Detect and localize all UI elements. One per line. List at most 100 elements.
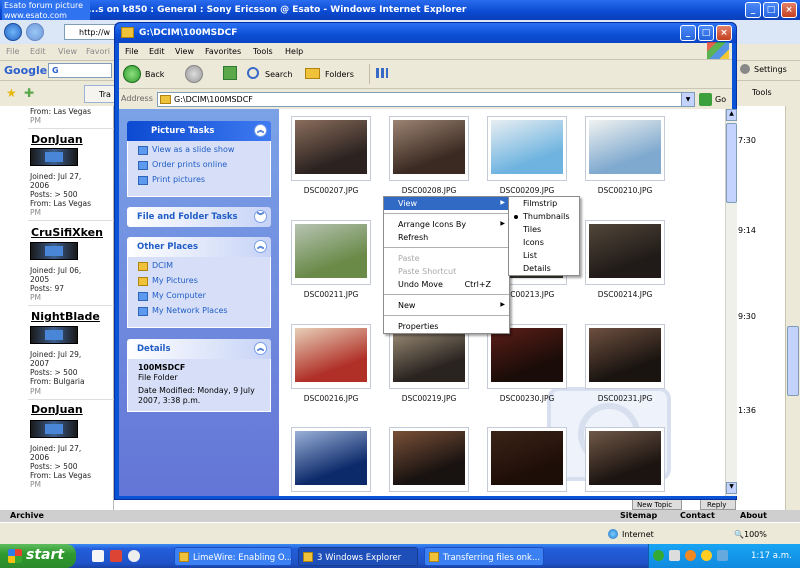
ie-maximize-button[interactable]: □ <box>763 2 779 18</box>
file-thumbnail[interactable] <box>585 220 665 285</box>
menu-file[interactable]: File <box>125 47 138 56</box>
scroll-up-icon[interactable]: ▲ <box>726 109 737 121</box>
place-dcim[interactable]: DCIM <box>138 261 264 276</box>
ie-menu-favorites[interactable]: Favori <box>86 47 110 56</box>
file-name[interactable]: DSC00209.JPG <box>477 186 577 195</box>
task-slideshow[interactable]: View as a slide show <box>138 145 264 160</box>
other-places-header[interactable]: Other Places ︽ <box>127 237 271 257</box>
file-name[interactable]: DSC00210.JPG <box>575 186 675 195</box>
forum-username[interactable]: DonJuan <box>31 403 83 416</box>
up-folder-icon[interactable] <box>223 66 237 80</box>
context-menu-item[interactable]: Refresh <box>384 231 509 244</box>
back-button[interactable]: Back <box>123 64 173 84</box>
menu-edit[interactable]: Edit <box>149 47 165 56</box>
context-menu-item[interactable]: Arrange Icons By ▶ <box>384 218 509 231</box>
google-search-field[interactable]: G <box>48 63 112 78</box>
details-header[interactable]: Details ︽ <box>127 339 271 359</box>
context-menu-item[interactable]: New ▶ <box>384 299 509 312</box>
forum-top-pm[interactable]: PM <box>30 116 41 125</box>
about-link[interactable]: About <box>740 511 767 520</box>
file-thumbnail[interactable] <box>487 116 567 181</box>
ie-menu-file[interactable]: File <box>6 47 19 56</box>
file-thumbnail[interactable] <box>291 427 371 492</box>
ie-settings-button[interactable]: Settings <box>754 65 787 74</box>
ie-tools-button[interactable]: Tools <box>752 88 772 97</box>
forum-pm-link[interactable]: PM <box>30 208 41 217</box>
context-menu-item[interactable]: Properties <box>384 320 509 333</box>
forward-button[interactable] <box>185 65 203 83</box>
ie-scroll-thumb[interactable] <box>787 326 799 396</box>
forum-username[interactable]: DonJuan <box>31 133 83 146</box>
expand-icon[interactable]: ︾ <box>254 210 267 223</box>
file-name[interactable]: DSC00207.JPG <box>281 186 381 195</box>
folders-button[interactable]: Folders <box>305 64 355 84</box>
ie-minimize-button[interactable]: _ <box>745 2 761 18</box>
go-button[interactable]: Go <box>715 95 726 104</box>
forum-pm-link[interactable]: PM <box>30 293 41 302</box>
menu-favorites[interactable]: Favorites <box>205 47 241 56</box>
collapse-icon[interactable]: ︽ <box>254 342 267 355</box>
file-thumbnail[interactable] <box>389 427 469 492</box>
explorer-maximize-button[interactable]: □ <box>698 25 714 41</box>
view-submenu-item[interactable]: List <box>509 249 579 262</box>
taskbar-item-explorer[interactable]: 3 Windows Explorer <box>298 547 418 566</box>
place-network[interactable]: My Network Places <box>138 306 264 321</box>
place-my-pictures[interactable]: My Pictures <box>138 276 264 291</box>
view-submenu-item[interactable]: Thumbnails <box>509 210 579 223</box>
ie-back-button[interactable] <box>4 23 22 41</box>
place-my-computer[interactable]: My Computer <box>138 291 264 306</box>
forum-pm-link[interactable]: PM <box>30 387 41 396</box>
file-thumbnail[interactable] <box>585 324 665 389</box>
context-menu-item[interactable]: Undo Move Ctrl+Z <box>384 278 509 291</box>
quicklaunch-icon[interactable] <box>128 550 140 562</box>
forum-username[interactable]: NightBlade <box>31 310 100 323</box>
tray-icon[interactable] <box>669 550 680 561</box>
menu-tools[interactable]: Tools <box>253 47 273 56</box>
file-view-scrollbar[interactable]: ▲ ▼ <box>725 109 737 496</box>
ie-menu-edit[interactable]: Edit <box>30 47 46 56</box>
explorer-title-bar[interactable]: G:\DCIM\100MSDCF _ □ × <box>115 23 736 43</box>
menu-help[interactable]: Help <box>285 47 303 56</box>
file-thumbnail[interactable] <box>585 427 665 492</box>
favorites-star-icon[interactable]: ★ <box>6 86 17 100</box>
view-submenu-item[interactable]: Details <box>509 262 579 275</box>
quicklaunch-icon[interactable] <box>92 550 104 562</box>
task-print-pictures[interactable]: Print pictures <box>138 175 264 190</box>
scroll-thumb[interactable] <box>726 123 737 203</box>
quicklaunch-icon[interactable] <box>110 550 122 562</box>
menu-view[interactable]: View <box>175 47 194 56</box>
file-thumbnail[interactable] <box>585 116 665 181</box>
file-name[interactable]: DSC00214.JPG <box>575 290 675 299</box>
file-thumbnail[interactable] <box>487 427 567 492</box>
collapse-icon[interactable]: ︽ <box>254 124 267 137</box>
address-dropdown-icon[interactable]: ▼ <box>681 93 694 106</box>
tray-icon[interactable] <box>685 550 696 561</box>
taskbar-item-limewire[interactable]: LimeWire: Enabling O... <box>174 547 292 566</box>
ie-close-button[interactable]: × <box>781 2 797 18</box>
add-favorite-icon[interactable]: ✚ <box>24 86 34 100</box>
tray-icon[interactable] <box>701 550 712 561</box>
taskbar-item-transfer[interactable]: Transferring files onk... <box>424 547 544 566</box>
file-name[interactable]: DSC00219.JPG <box>379 394 479 403</box>
contact-link[interactable]: Contact <box>680 511 715 520</box>
ie-vertical-scrollbar[interactable] <box>785 106 800 510</box>
file-thumbnail[interactable] <box>389 116 469 181</box>
ie-tab[interactable]: Tra <box>84 85 116 103</box>
tray-icon[interactable] <box>653 550 664 561</box>
task-order-prints[interactable]: Order prints online <box>138 160 264 175</box>
file-thumbnail[interactable] <box>291 220 371 285</box>
ie-forward-button[interactable] <box>26 23 44 41</box>
file-name[interactable]: DSC00230.JPG <box>477 394 577 403</box>
picture-tasks-header[interactable]: Picture Tasks ︽ <box>127 121 271 141</box>
forum-pm-link[interactable]: PM <box>30 480 41 489</box>
sitemap-link[interactable]: Sitemap <box>620 511 657 520</box>
collapse-icon[interactable]: ︽ <box>254 240 267 253</box>
search-button[interactable]: Search <box>247 64 295 84</box>
forum-username[interactable]: CruSifiXken <box>31 226 103 239</box>
file-thumbnail[interactable] <box>291 116 371 181</box>
explorer-minimize-button[interactable]: _ <box>680 25 696 41</box>
view-submenu-item[interactable]: Filmstrip <box>509 197 579 210</box>
archive-link[interactable]: Archive <box>10 511 44 520</box>
file-name[interactable]: DSC00216.JPG <box>281 394 381 403</box>
file-name[interactable]: DSC00231.JPG <box>575 394 675 403</box>
